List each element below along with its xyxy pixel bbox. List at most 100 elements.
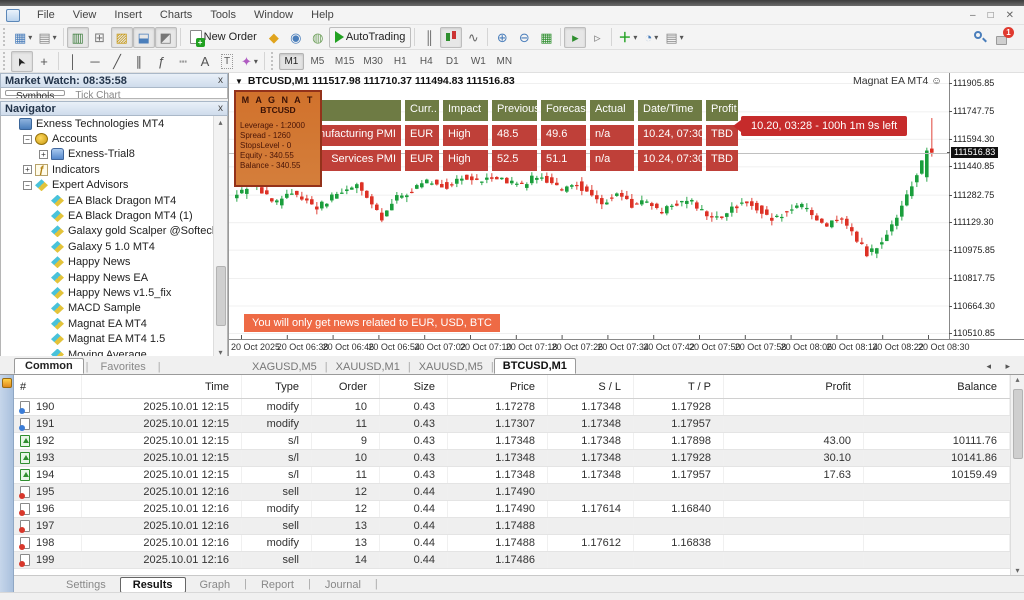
timeframe-button-w1[interactable]: W1 xyxy=(466,53,491,70)
scroll-down-icon[interactable]: ▾ xyxy=(1011,566,1024,575)
text-tool[interactable]: A xyxy=(194,51,216,72)
timeframe-button-h4[interactable]: H4 xyxy=(414,53,439,70)
community-button[interactable]: ◍ xyxy=(307,27,329,48)
chart-tab-xauusd-m1[interactable]: XAUUSD,M1 xyxy=(328,360,408,374)
menu-item-help[interactable]: Help xyxy=(302,7,343,23)
toolbar-grip[interactable] xyxy=(3,52,8,70)
navigator-header[interactable]: Navigator x xyxy=(0,101,228,116)
tree-item-ea-black-dragon-mt4[interactable]: EA Black Dragon MT4 xyxy=(1,193,227,208)
new-chart-button[interactable]: ▦▾ xyxy=(11,27,35,48)
timeframe-button-d1[interactable]: D1 xyxy=(440,53,465,70)
candlestick-chart-button[interactable] xyxy=(440,27,462,48)
timeframe-button-m1[interactable]: M1 xyxy=(279,53,304,70)
menu-item-file[interactable]: File xyxy=(28,7,64,23)
market-watch-toggle[interactable]: ▥ xyxy=(67,27,89,48)
tester-column-header[interactable]: T / P xyxy=(634,375,724,398)
close-button[interactable]: ✕ xyxy=(1006,10,1014,21)
tree-item-happy-news-v1-5-fix[interactable]: Happy News v1.5_fix xyxy=(1,285,227,300)
scroll-up-icon[interactable]: ▴ xyxy=(1011,375,1024,384)
tree-item-accounts[interactable]: −Accounts xyxy=(1,131,227,146)
channel-tool[interactable]: ∥ xyxy=(128,51,150,72)
market-watch-tab-symbols[interactable]: Symbols xyxy=(5,90,65,96)
crosshair-tool[interactable]: + xyxy=(33,51,55,72)
tree-item-exness-trial8[interactable]: +Exness-Trial8 xyxy=(1,147,227,162)
tester-row[interactable]: 1962025.10.01 12:16modify120.441.174901.… xyxy=(14,501,1010,518)
tree-item-macd-sample[interactable]: MACD Sample xyxy=(1,301,227,316)
chart-tab-btcusd-m1[interactable]: BTCUSD,M1 xyxy=(494,358,576,374)
expand-icon[interactable]: + xyxy=(23,165,32,174)
tester-row[interactable]: 1942025.10.01 12:15s/l110.431.173481.173… xyxy=(14,467,1010,484)
tester-row[interactable]: 1972025.10.01 12:16sell130.441.17488 xyxy=(14,518,1010,535)
line-chart-button[interactable]: ∿ xyxy=(462,27,484,48)
tree-item-galaxy-gold-scalper-softechfx-r[interactable]: Galaxy gold Scalper @SoftechFX_R xyxy=(1,224,227,239)
horizontal-line-tool[interactable]: ─ xyxy=(84,51,106,72)
tree-item-expert-advisors[interactable]: −Expert Advisors xyxy=(1,178,227,193)
tree-item-exness-technologies-mt4[interactable]: Exness Technologies MT4 xyxy=(1,116,227,131)
time-axis[interactable]: 20 Oct 202520 Oct 06:3820 Oct 06:4620 Oc… xyxy=(229,339,1024,352)
navigator-tab-favorites[interactable]: Favorites xyxy=(91,360,156,374)
cursor-tool[interactable]: ➤ xyxy=(11,51,33,72)
auto-scroll-button[interactable]: ▸ xyxy=(564,27,586,48)
close-icon[interactable]: x xyxy=(218,103,223,114)
fibonacci-tool[interactable]: ƒ xyxy=(150,51,172,72)
data-window-toggle[interactable]: ⊞ xyxy=(89,27,111,48)
tester-row[interactable]: 1912025.10.01 12:15modify110.431.173071.… xyxy=(14,416,1010,433)
menu-item-charts[interactable]: Charts xyxy=(151,7,201,23)
chart-tab-xauusd-m5[interactable]: XAUUSD,M5 xyxy=(411,360,491,374)
toolbar-grip[interactable] xyxy=(3,28,8,46)
tester-row[interactable]: 1932025.10.01 12:15s/l100.431.173481.173… xyxy=(14,450,1010,467)
toolbar-grip[interactable] xyxy=(271,52,276,70)
menu-item-tools[interactable]: Tools xyxy=(201,7,245,23)
experts-button[interactable]: ◉ xyxy=(285,27,307,48)
indicators-button[interactable]: ＋▾ xyxy=(615,27,640,48)
new-order-button[interactable]: +New Order xyxy=(184,27,263,48)
tree-item-indicators[interactable]: +ƒIndicators xyxy=(1,162,227,177)
terminal-toggle[interactable]: ⬓ xyxy=(133,27,155,48)
text-label-tool[interactable]: T xyxy=(216,51,238,72)
tester-column-header[interactable]: Profit xyxy=(724,375,864,398)
tester-row[interactable]: 1982025.10.01 12:16modify130.441.174881.… xyxy=(14,535,1010,552)
tester-tab-settings[interactable]: Settings xyxy=(54,578,118,592)
navigator-scrollbar[interactable]: ▴ ▾ xyxy=(213,116,227,359)
timeframe-button-m30[interactable]: M30 xyxy=(359,53,386,70)
tester-column-header[interactable]: Order xyxy=(312,375,380,398)
tree-item-magnat-ea-mt4-1-5[interactable]: Magnat EA MT4 1.5 xyxy=(1,331,227,346)
tree-item-galaxy-5-1-0-mt4[interactable]: Galaxy 5 1.0 MT4 xyxy=(1,239,227,254)
tester-row[interactable]: 1992025.10.01 12:16sell140.441.17486 xyxy=(14,552,1010,569)
tree-item-ea-black-dragon-mt4-1-[interactable]: EA Black Dragon MT4 (1) xyxy=(1,208,227,223)
zoom-in-button[interactable]: ⊕ xyxy=(491,27,513,48)
profiles-button[interactable]: ▤▾ xyxy=(35,27,59,48)
minimize-button[interactable]: – xyxy=(970,10,976,21)
restore-button[interactable]: □ xyxy=(988,10,994,21)
grid-lines-tool[interactable]: ┅ xyxy=(172,51,194,72)
tester-tab-report[interactable]: Report xyxy=(249,578,306,592)
tester-tab-journal[interactable]: Journal xyxy=(313,578,373,592)
strategy-tester-toggle[interactable]: ◩ xyxy=(155,27,177,48)
periods-button[interactable]: ◔▾ xyxy=(640,27,662,48)
timeframe-button-m5[interactable]: M5 xyxy=(305,53,330,70)
tester-column-header[interactable]: Balance xyxy=(864,375,1010,398)
menu-item-window[interactable]: Window xyxy=(245,7,302,23)
timeframe-button-mn[interactable]: MN xyxy=(492,53,517,70)
tree-item-happy-news[interactable]: Happy News xyxy=(1,255,227,270)
timeframe-button-h1[interactable]: H1 xyxy=(388,53,413,70)
scroll-up-icon[interactable]: ▴ xyxy=(214,116,227,129)
chart-expand-icon[interactable]: ▼ xyxy=(235,77,243,86)
tester-column-header[interactable]: Size xyxy=(380,375,448,398)
metaeditor-button[interactable]: ◆ xyxy=(263,27,285,48)
chart-tab-xagusd-m5[interactable]: XAGUSD,M5 xyxy=(244,360,325,374)
tester-tab-graph[interactable]: Graph xyxy=(188,578,243,592)
tester-row[interactable]: 1952025.10.01 12:16sell120.441.17490 xyxy=(14,484,1010,501)
tester-column-header[interactable]: Type xyxy=(242,375,312,398)
zoom-out-button[interactable]: ⊖ xyxy=(513,27,535,48)
navigator-toggle[interactable]: ▨ xyxy=(111,27,133,48)
tester-side-strip[interactable]: Tester xyxy=(0,375,14,593)
menu-item-view[interactable]: View xyxy=(64,7,106,23)
close-icon[interactable]: x xyxy=(218,75,223,86)
tester-tab-results[interactable]: Results xyxy=(120,577,186,593)
tester-column-header[interactable]: S / L xyxy=(548,375,634,398)
bar-chart-button[interactable]: ║ xyxy=(418,27,440,48)
tester-scrollbar[interactable]: ▴ ▾ xyxy=(1010,375,1024,575)
scrollbar-thumb[interactable] xyxy=(1013,389,1023,459)
templates-button[interactable]: ▤▾ xyxy=(662,27,686,48)
